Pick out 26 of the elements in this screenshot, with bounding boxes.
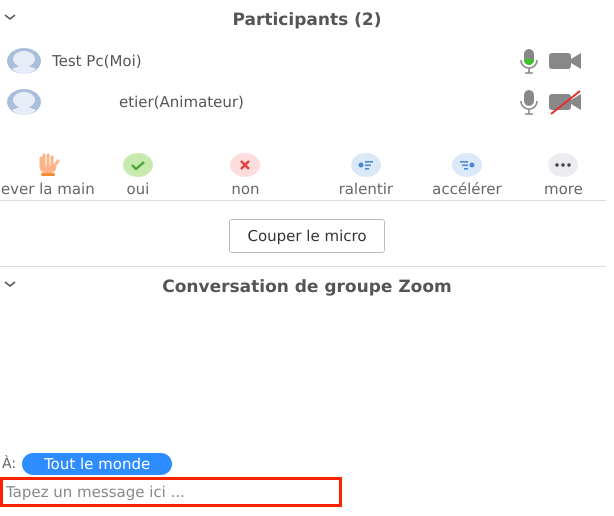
chevron-icon[interactable] bbox=[4, 281, 16, 289]
microphone-icon[interactable] bbox=[520, 88, 538, 114]
faster-icon[interactable] bbox=[450, 152, 483, 178]
more-icon[interactable] bbox=[547, 152, 580, 178]
avatar-icon bbox=[6, 46, 42, 74]
reaction-label[interactable]: accélérer bbox=[432, 180, 502, 198]
reaction-label[interactable]: non bbox=[231, 180, 260, 198]
check-icon[interactable] bbox=[122, 152, 154, 178]
participants-title: Participants (2) bbox=[232, 10, 382, 30]
participant-name: etier(Animateur) bbox=[119, 92, 245, 110]
message-input[interactable]: Tapez un message ici ... bbox=[0, 477, 342, 507]
video-off-icon[interactable] bbox=[548, 88, 582, 114]
chat-title: Conversation de groupe Zoom bbox=[162, 277, 452, 297]
avatar-icon bbox=[6, 88, 42, 116]
reaction-label[interactable]: ralentir bbox=[338, 180, 394, 198]
reaction-label[interactable]: ever la main bbox=[0, 180, 95, 198]
recipient-label: À: bbox=[2, 456, 16, 472]
reaction-label[interactable]: oui bbox=[126, 180, 150, 198]
participant-name: Test Pc(Moi) bbox=[52, 52, 143, 70]
microphone-icon[interactable] bbox=[520, 48, 538, 74]
mute-button[interactable]: Couper le micro bbox=[229, 219, 385, 253]
slower-icon[interactable] bbox=[350, 152, 382, 178]
recipient-dropdown[interactable]: Tout le monde bbox=[22, 453, 172, 475]
chevron-icon[interactable] bbox=[4, 14, 16, 22]
cross-icon[interactable] bbox=[229, 152, 262, 178]
reaction-label[interactable]: more bbox=[544, 180, 583, 198]
